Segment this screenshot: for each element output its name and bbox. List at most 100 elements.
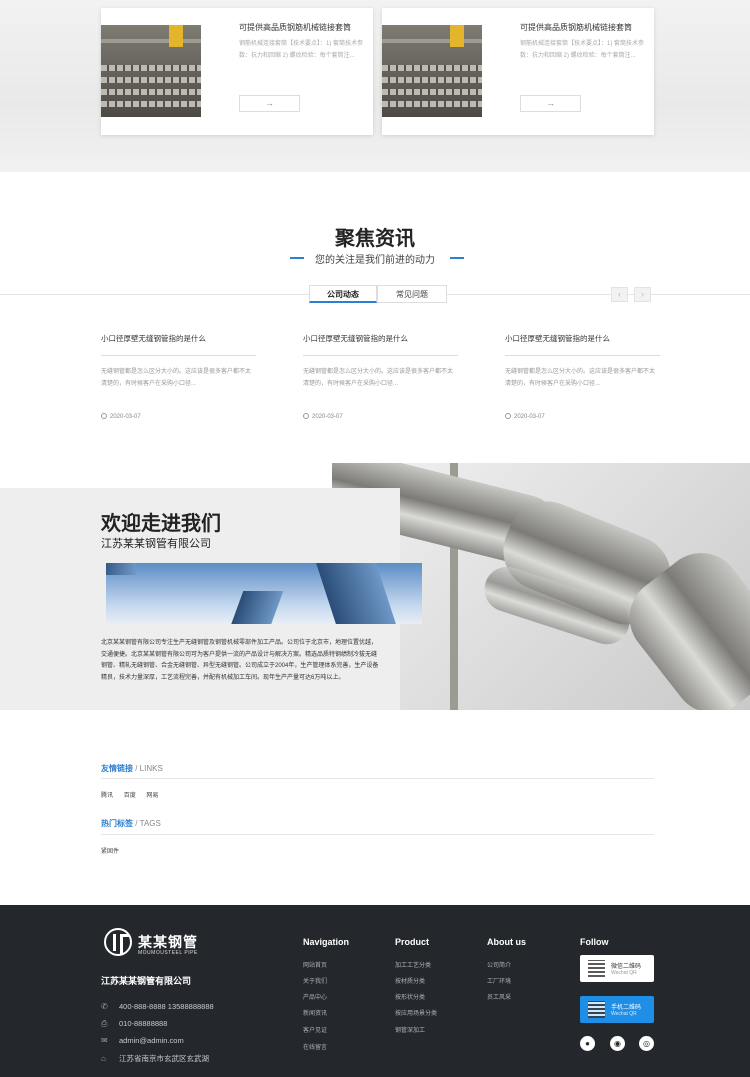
tab-company-news[interactable]: 公司动态	[309, 285, 377, 303]
link-item[interactable]: 腾讯	[101, 793, 113, 799]
news-item-title[interactable]: 小口径厚壁无缝钢管指的是什么	[303, 333, 458, 344]
news-item[interactable]: 小口径厚壁无缝钢管指的是什么 无缝钢管都是怎么区分大小的。这应该是很多客户都不太…	[505, 333, 660, 420]
welcome-company: 江苏某某钢管有限公司	[101, 538, 211, 550]
news-item-desc: 无缝钢管都是怎么区分大小的。这应该是很多客户都不太清楚的，有时候客户在采购小口径…	[303, 369, 454, 387]
link-item[interactable]: 网易	[146, 793, 158, 799]
clock-icon	[303, 413, 309, 419]
footer-nav-link[interactable]: 在线留言	[303, 1042, 327, 1051]
mobile-qr-label: 手机二维码	[611, 1005, 642, 1011]
link-item[interactable]: 百度	[124, 793, 136, 799]
location-icon: ⌂	[101, 1054, 106, 1063]
prev-arrow-icon[interactable]: ‹	[611, 287, 628, 302]
arrow-right-icon[interactable]: →	[239, 95, 300, 112]
tab-faq[interactable]: 常见问题	[377, 285, 447, 303]
tags-heading: 热门标签 / TAGS	[101, 818, 161, 829]
footer-col-title: About us	[487, 937, 526, 947]
tags-list: 紧固件	[101, 846, 128, 855]
company-logo-icon[interactable]	[104, 928, 132, 956]
arrow-right-icon[interactable]: →	[520, 95, 581, 112]
printer-icon: ⎙	[101, 1019, 108, 1028]
product-title[interactable]: 可提供高品质钢筋机械链接套筒	[239, 22, 351, 33]
news-item-date: 2020-03-07	[303, 413, 343, 420]
fax-text: 010-88888888	[119, 1019, 168, 1028]
welcome-heading: 欢迎走进我们	[101, 513, 221, 535]
products-section: 可提供高品质钢筋机械链接套筒 钢筋机械连接套筒【技术要点】：1) 套筒技术参数：…	[0, 0, 750, 172]
contact-address: ⌂ 江苏省南京市玄武区玄武湖	[101, 1053, 209, 1064]
product-desc: 钢筋机械连接套筒【技术要点】：1) 套筒技术参数：抗力和回缩 2) 螺纹检验：每…	[520, 41, 645, 59]
news-item-date: 2020-03-07	[505, 413, 545, 420]
contact-phone: ✆ 400-888-8888 13588888888	[101, 1002, 214, 1011]
footer-about-link[interactable]: 工厂环境	[487, 976, 511, 985]
product-card[interactable]: 可提供高品质钢筋机械链接套筒 钢筋机械连接套筒【技术要点】：1) 套筒技术参数：…	[382, 8, 654, 135]
date-text: 2020-03-07	[514, 414, 545, 420]
footer-nav-link[interactable]: 关于我们	[303, 976, 327, 985]
footer-company: 江苏某某钢管有限公司	[101, 976, 192, 986]
product-image	[382, 25, 482, 117]
links-title-en: / LINKS	[135, 764, 163, 773]
links-divider	[101, 778, 654, 779]
building-image	[106, 563, 422, 624]
news-item-date: 2020-03-07	[101, 413, 141, 420]
footer-nav-link[interactable]: 新闻资讯	[303, 1008, 327, 1017]
news-item[interactable]: 小口径厚壁无缝钢管指的是什么 无缝钢管都是怎么区分大小的。这应该是很多客户都不太…	[101, 333, 256, 420]
mail-icon: ✉	[101, 1036, 108, 1045]
footer-about-link[interactable]: 公司简介	[487, 960, 511, 969]
date-text: 2020-03-07	[110, 414, 141, 420]
footer-nav-link[interactable]: 产品中心	[303, 992, 327, 1001]
product-card[interactable]: 可提供高品质钢筋机械链接套筒 钢筋机械连接套筒【技术要点】：1) 套筒技术参数：…	[101, 8, 373, 135]
tags-title-en: / TAGS	[135, 819, 161, 828]
footer-col-title: Navigation	[303, 937, 350, 947]
contact-email: ✉ admin@admin.com	[101, 1036, 184, 1045]
phone-icon: ✆	[101, 1002, 108, 1011]
weibo-icon[interactable]: ◎	[639, 1036, 654, 1051]
footer-nav-link[interactable]: 客户见证	[303, 1025, 327, 1034]
tags-title: 热门标签	[101, 819, 133, 828]
phone-text: 400-888-8888 13588888888	[119, 1002, 214, 1011]
logo-subtext: MOUMOUSTEEL PIPE	[138, 950, 198, 956]
footer-product-link[interactable]: 加工工艺分类	[395, 960, 431, 969]
wechat-icon[interactable]: ◉	[610, 1036, 625, 1051]
contact-fax: ⎙ 010-88888888	[101, 1019, 167, 1029]
clock-icon	[505, 413, 511, 419]
logo-text[interactable]: 某某钢管	[138, 932, 198, 952]
links-heading: 友情链接 / LINKS	[101, 763, 163, 774]
links-list: 腾讯 百度 网易	[101, 790, 167, 799]
footer-nav-link[interactable]: 网站首页	[303, 960, 327, 969]
welcome-text: 北京某某钢管有限公司专注生产无缝钢管及钢管机械零部件加工产品。公司位于北京市，地…	[101, 640, 379, 681]
links-title: 友情链接	[101, 764, 133, 773]
tag-item[interactable]: 紧固件	[101, 849, 119, 855]
clock-icon	[101, 413, 107, 419]
news-item-title[interactable]: 小口径厚壁无缝钢管指的是什么	[505, 333, 660, 344]
footer-product-link[interactable]: 按应用场景分类	[395, 1008, 437, 1017]
news-item-desc: 无缝钢管都是怎么区分大小的。这应该是很多客户都不太清楚的，有时候客户在采购小口径…	[101, 369, 252, 387]
next-arrow-icon[interactable]: ›	[634, 287, 651, 302]
address-text: 江苏省南京市玄武区玄武湖	[119, 1054, 209, 1063]
mobile-qr-button[interactable]: 手机二维码 Wechat QR	[580, 996, 654, 1023]
wechat-qr-label: 微信二维码	[611, 964, 642, 970]
wechat-qr-sublabel: Wechat QR	[611, 970, 637, 976]
footer-about-link[interactable]: 员工风采	[487, 992, 511, 1001]
footer-col-title: Product	[395, 937, 430, 947]
footer-product-link[interactable]: 钢管深加工	[395, 1025, 425, 1034]
footer-product-link[interactable]: 按材质分类	[395, 976, 425, 985]
news-item-title[interactable]: 小口径厚壁无缝钢管指的是什么	[101, 333, 256, 344]
news-subtitle: 您的关注是我们前进的动力	[315, 255, 435, 266]
product-desc: 钢筋机械连接套筒【技术要点】：1) 套筒技术参数：抗力和回缩 2) 螺纹检验：每…	[239, 41, 364, 59]
product-title[interactable]: 可提供高品质钢筋机械链接套筒	[520, 22, 632, 33]
tags-divider	[101, 834, 654, 835]
subtitle-decoration	[450, 257, 464, 259]
date-text: 2020-03-07	[312, 414, 343, 420]
news-item-desc: 无缝钢管都是怎么区分大小的。这应该是很多客户都不太清楚的，有时候客户在采购小口径…	[505, 369, 656, 387]
news-heading: 聚焦资讯	[335, 228, 415, 250]
mobile-qr-sublabel: Wechat QR	[611, 1011, 637, 1017]
email-text[interactable]: admin@admin.com	[119, 1036, 184, 1045]
footer-product-link[interactable]: 按形状分类	[395, 992, 425, 1001]
product-image	[101, 25, 201, 117]
qr-code-icon	[588, 960, 605, 977]
qr-code-icon	[588, 1001, 605, 1018]
qq-icon[interactable]: ●	[580, 1036, 595, 1051]
page: 可提供高品质钢筋机械链接套筒 钢筋机械连接套筒【技术要点】：1) 套筒技术参数：…	[0, 0, 750, 1077]
news-item[interactable]: 小口径厚壁无缝钢管指的是什么 无缝钢管都是怎么区分大小的。这应该是很多客户都不太…	[303, 333, 458, 420]
footer-col-title: Follow	[580, 937, 609, 947]
wechat-qr-button[interactable]: 微信二维码 Wechat QR	[580, 955, 654, 982]
